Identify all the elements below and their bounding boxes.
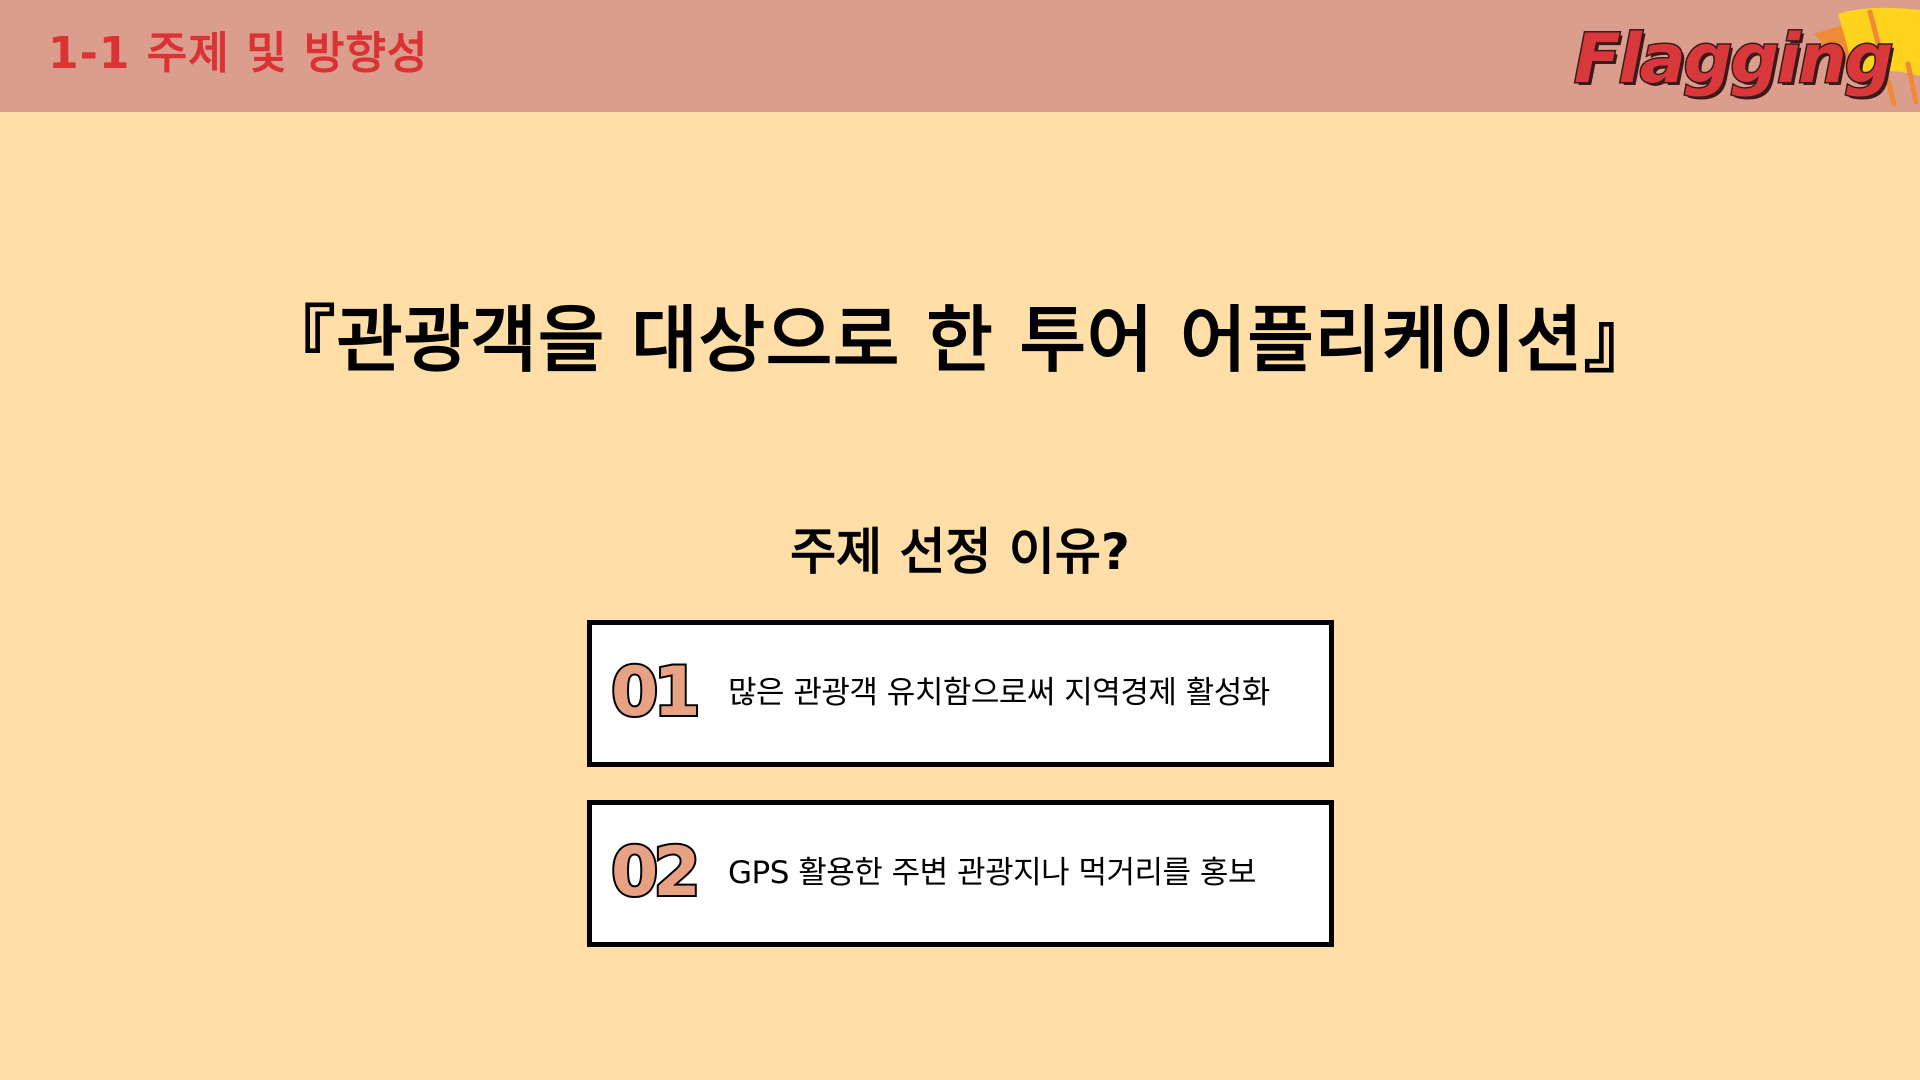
reason-text-1: 많은 관광객 유치함으로써 지역경제 활성화	[728, 675, 1270, 711]
subtitle: 주제 선정 이유?	[790, 523, 1130, 581]
section-title: 1-1 주제 및 방향성	[48, 28, 429, 79]
reason-number-1: 01	[609, 651, 703, 734]
reason-text-2: GPS 활용한 주변 관광지나 먹거리를 홍보	[728, 855, 1256, 891]
flagging-logo: Flagging	[1568, 6, 1920, 112]
reason-card-1: 01 많은 관광객 유치함으로써 지역경제 활성화	[587, 620, 1334, 767]
reason-number-2: 02	[609, 831, 703, 914]
logo-wordmark: Flagging	[1572, 19, 1894, 101]
reason-card-2: 02 GPS 활용한 주변 관광지나 먹거리를 홍보	[587, 800, 1334, 947]
header-bar: 1-1 주제 및 방향성 Flagging	[0, 0, 1920, 112]
main-title: 『관광객을 대상으로 한 투어 어플리케이션』	[263, 298, 1657, 382]
